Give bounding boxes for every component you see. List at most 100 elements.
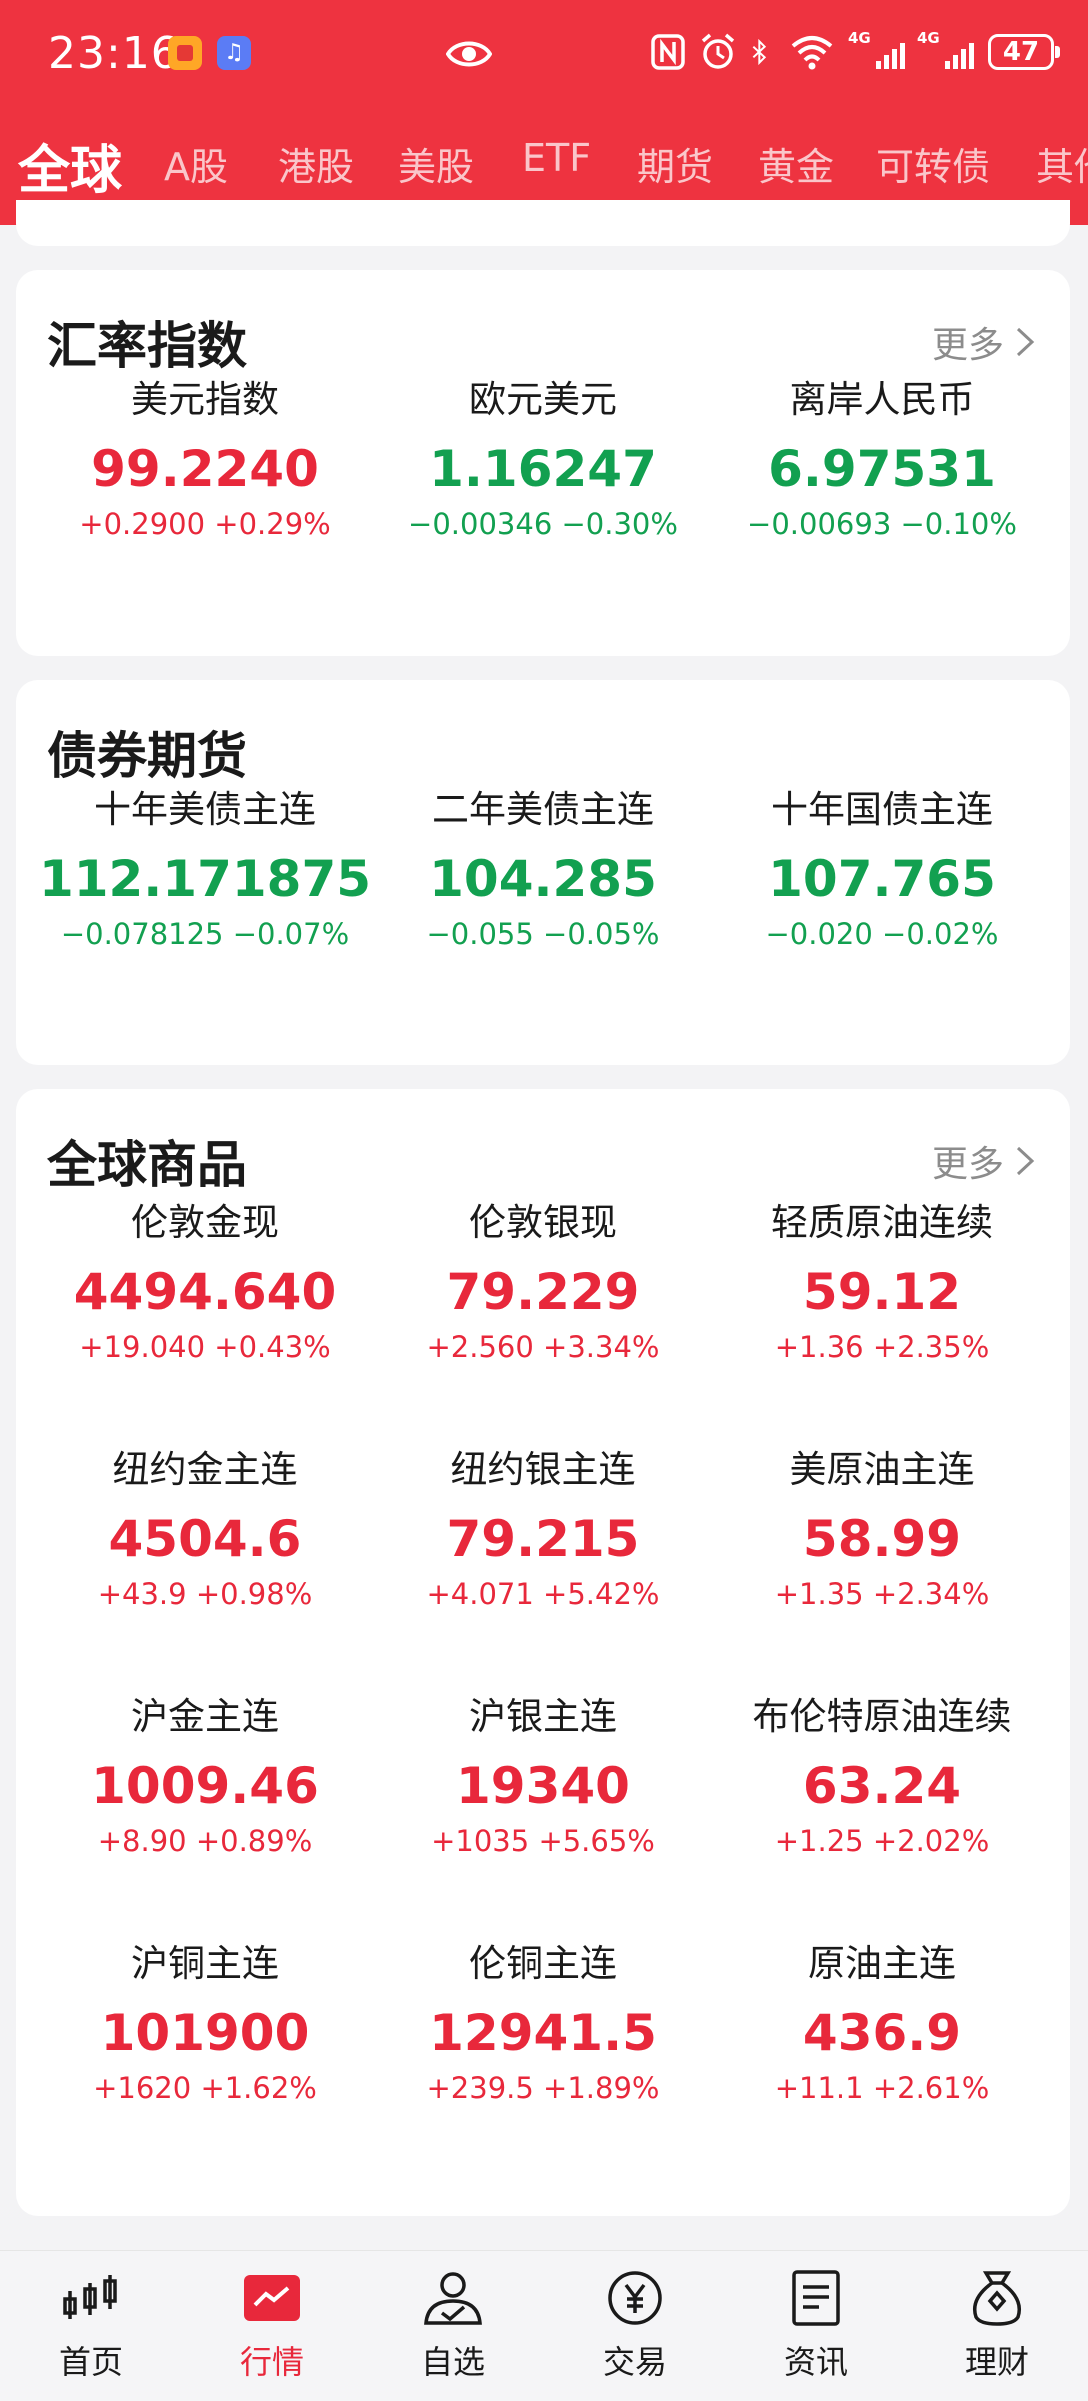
quote-change: −0.00693 −0.10%: [712, 504, 1052, 544]
quote-change: −0.020 −0.02%: [712, 914, 1052, 954]
quote-change-percent: −0.30%: [561, 507, 678, 541]
tab-other[interactable]: 其他: [1036, 136, 1088, 191]
quote-change-value: +1.36: [774, 1330, 864, 1364]
nav-home-label: 首页: [58, 2343, 123, 2381]
quote-change-value: +4.071: [426, 1577, 534, 1611]
tab-a-shares[interactable]: A股: [164, 136, 228, 191]
quote-name: 离岸人民币: [789, 378, 975, 421]
quote-change-value: +43.9: [97, 1577, 187, 1611]
quote-item[interactable]: 伦敦金现 4494.640 +19.040 +0.43%: [35, 1197, 375, 1367]
forex-more-link[interactable]: 更多: [932, 316, 1036, 368]
nav-market-label: 行情: [239, 2343, 304, 2381]
quote-change-value: −0.078125: [60, 917, 224, 951]
quote-name: 布伦特原油连续: [752, 1695, 1012, 1738]
quote-change-value: +1.35: [774, 1577, 864, 1611]
tab-convertible-bonds[interactable]: 可转债: [876, 136, 990, 191]
quote-item[interactable]: 二年美债主连 104.285 −0.055 −0.05%: [373, 784, 713, 954]
quote-change-percent: +0.43%: [214, 1330, 331, 1364]
nav-watchlist[interactable]: 自选: [388, 2269, 518, 2383]
quote-item[interactable]: 轻质原油连续 59.12 +1.36 +2.35%: [712, 1197, 1052, 1367]
quote-price: 59.12: [802, 1263, 962, 1321]
nav-news-label: 资讯: [783, 2343, 848, 2381]
quote-item[interactable]: 美原油主连 58.99 +1.35 +2.34%: [712, 1444, 1052, 1614]
quote-name: 轻质原油连续: [771, 1201, 993, 1244]
quote-change: −0.078125 −0.07%: [35, 914, 375, 954]
quote-price: 19340: [456, 1757, 630, 1815]
quote-change-percent: +2.34%: [872, 1577, 990, 1611]
quote-change: −0.055 −0.05%: [373, 914, 713, 954]
quote-change-percent: −0.05%: [543, 917, 660, 951]
commodities-title: 全球商品: [47, 1136, 247, 1194]
quote-change-percent: −0.02%: [882, 917, 999, 951]
quote-change-percent: +2.61%: [872, 2071, 990, 2105]
quote-change: +1620 +1.62%: [35, 2068, 375, 2108]
quote-change-value: +2.560: [426, 1330, 534, 1364]
quote-price: 4494.640: [73, 1263, 337, 1321]
quote-item[interactable]: 沪铜主连 101900 +1620 +1.62%: [35, 1938, 375, 2108]
signal-4g-icon: 4G: [848, 29, 905, 69]
eye-icon: [446, 41, 492, 67]
quote-change-percent: −0.10%: [900, 507, 1017, 541]
quote-change: +0.2900 +0.29%: [35, 504, 375, 544]
quote-change-value: −0.020: [765, 917, 873, 951]
bonds-title: 债券期货: [47, 727, 247, 785]
quote-name: 沪银主连: [469, 1695, 617, 1738]
nav-market[interactable]: 行情: [207, 2269, 337, 2383]
quote-item[interactable]: 美元指数 99.2240 +0.2900 +0.29%: [35, 374, 375, 544]
quote-item[interactable]: 十年美债主连 112.171875 −0.078125 −0.07%: [35, 784, 375, 954]
quote-name: 美元指数: [131, 378, 279, 421]
quote-price: 63.24: [802, 1757, 962, 1815]
quote-price: 99.2240: [91, 440, 319, 498]
tab-gold[interactable]: 黄金: [758, 136, 834, 191]
quote-name: 沪金主连: [131, 1695, 279, 1738]
quote-item[interactable]: 伦敦银现 79.229 +2.560 +3.34%: [373, 1197, 713, 1367]
quote-change-percent: +2.02%: [872, 1824, 990, 1858]
quote-item[interactable]: 布伦特原油连续 63.24 +1.25 +2.02%: [712, 1691, 1052, 1861]
document-icon: [792, 2270, 840, 2326]
quote-name: 美原油主连: [789, 1448, 975, 1491]
quote-price: 58.99: [802, 1510, 962, 1568]
tab-hk-stocks[interactable]: 港股: [278, 136, 354, 191]
previous-card-edge: [16, 200, 1070, 246]
tab-global[interactable]: 全球: [18, 128, 122, 203]
bottom-navigation: 首页 行情 自选 交易 资讯 理财: [0, 2250, 1088, 2401]
nav-watchlist-label: 自选: [420, 2343, 485, 2381]
market-tabs: 全球 A股 港股 美股 ETF 期货 黄金 可转债 其他: [0, 128, 1088, 208]
nav-trade[interactable]: 交易: [570, 2269, 700, 2383]
quote-change-value: +19.040: [79, 1330, 206, 1364]
battery-level: 47: [1002, 37, 1040, 67]
quote-change: +11.1 +2.61%: [712, 2068, 1052, 2108]
quote-item[interactable]: 欧元美元 1.16247 −0.00346 −0.30%: [373, 374, 713, 544]
quote-price: 1.16247: [429, 440, 657, 498]
quote-change-percent: +5.42%: [543, 1577, 660, 1611]
quote-change-percent: +0.89%: [195, 1824, 313, 1858]
quote-item[interactable]: 纽约银主连 79.215 +4.071 +5.42%: [373, 1444, 713, 1614]
quote-price: 12941.5: [429, 2004, 657, 2062]
quote-price: 4504.6: [108, 1510, 302, 1568]
quote-item[interactable]: 纽约金主连 4504.6 +43.9 +0.98%: [35, 1444, 375, 1614]
network-type-label-2: 4G: [917, 29, 940, 47]
quote-change: +239.5 +1.89%: [373, 2068, 713, 2108]
quote-price: 1009.46: [91, 1757, 319, 1815]
quote-item[interactable]: 沪金主连 1009.46 +8.90 +0.89%: [35, 1691, 375, 1861]
nav-news[interactable]: 资讯: [751, 2269, 881, 2383]
quote-item[interactable]: 伦铜主连 12941.5 +239.5 +1.89%: [373, 1938, 713, 2108]
quote-item[interactable]: 十年国债主连 107.765 −0.020 −0.02%: [712, 784, 1052, 954]
quote-item[interactable]: 离岸人民币 6.97531 −0.00693 −0.10%: [712, 374, 1052, 544]
nav-wealth[interactable]: 理财: [932, 2269, 1062, 2383]
quote-name: 欧元美元: [469, 378, 617, 421]
forex-more-label: 更多: [931, 325, 1004, 366]
quote-price: 436.9: [802, 2004, 962, 2062]
tab-etf[interactable]: ETF: [522, 136, 591, 180]
quote-item[interactable]: 原油主连 436.9 +11.1 +2.61%: [712, 1938, 1052, 2108]
tab-us-stocks[interactable]: 美股: [398, 136, 474, 191]
quote-item[interactable]: 沪银主连 19340 +1035 +5.65%: [373, 1691, 713, 1861]
tab-futures[interactable]: 期货: [637, 136, 713, 191]
market-chart-icon: [244, 2275, 300, 2321]
quote-change-percent: +0.29%: [214, 507, 331, 541]
nav-home[interactable]: 首页: [26, 2269, 156, 2383]
quote-price: 112.171875: [38, 850, 372, 908]
commodities-more-link[interactable]: 更多: [932, 1135, 1036, 1187]
quote-name: 十年美债主连: [94, 788, 316, 831]
quote-name: 二年美债主连: [432, 788, 654, 831]
